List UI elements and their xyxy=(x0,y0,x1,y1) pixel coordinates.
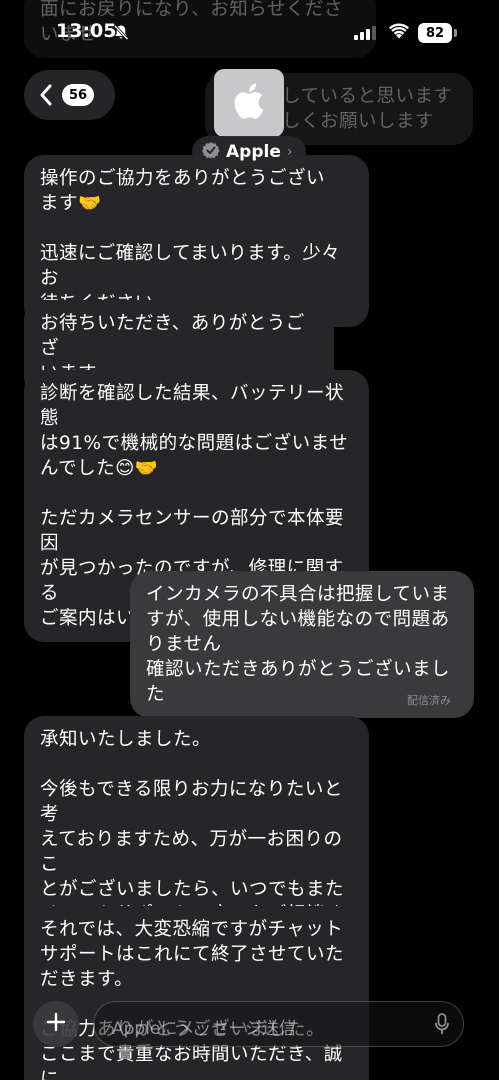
bell-slash-icon xyxy=(113,24,129,45)
microphone-icon[interactable] xyxy=(435,1013,449,1039)
chevron-left-icon xyxy=(39,84,53,110)
back-button[interactable]: 56 xyxy=(24,70,115,120)
message-bubble-incoming: それでは、大変恐縮ですがチャット サポートはこれにて終了させていた だきます。 … xyxy=(24,906,369,1080)
chevron-right-icon: › xyxy=(286,144,293,160)
status-bar: 13:05 82 xyxy=(0,0,499,58)
battery-indicator: 82 xyxy=(418,23,452,43)
verified-badge-icon xyxy=(202,141,220,163)
add-attachment-button[interactable] xyxy=(33,1001,79,1047)
unread-count-badge: 56 xyxy=(62,84,94,106)
message-input[interactable]: Appleにメッセージ送信 xyxy=(93,1001,464,1047)
message-input-placeholder: Appleにメッセージ送信 xyxy=(112,1019,297,1039)
chat-screen: 面にお戻りになり、お知らせくださ いませ グしていると思います ろしくお願いしま… xyxy=(0,0,499,1080)
contact-avatar[interactable] xyxy=(214,69,284,137)
contact-name-button[interactable]: Apple › xyxy=(192,136,307,168)
contact-name: Apple xyxy=(226,142,281,162)
apple-logo-icon xyxy=(234,83,264,123)
cellular-signal-icon xyxy=(354,25,376,44)
delivered-status: 配信済み xyxy=(407,694,451,707)
battery-cap xyxy=(454,29,457,37)
wifi-icon xyxy=(389,23,409,43)
status-time: 13:05 xyxy=(56,20,117,42)
plus-icon xyxy=(46,1012,66,1036)
